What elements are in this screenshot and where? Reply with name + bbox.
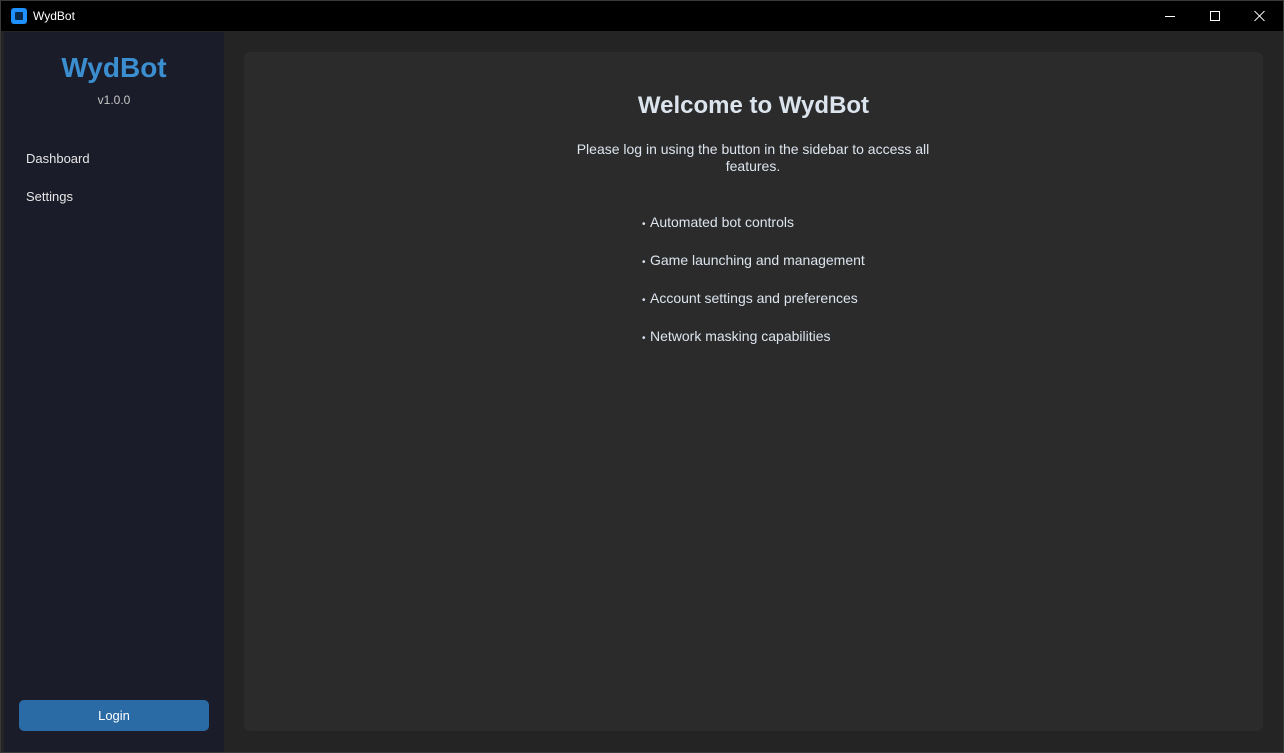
window-title: WydBot	[33, 9, 75, 23]
list-item: • Automated bot controls	[642, 214, 942, 252]
sidebar: WydBot v1.0.0 Dashboard Settings Login	[4, 32, 224, 752]
feature-text: Account settings and preferences	[650, 290, 858, 306]
bullet-icon: •	[642, 295, 646, 306]
minimize-button[interactable]	[1147, 1, 1193, 31]
feature-text: Network masking capabilities	[650, 328, 831, 344]
sidebar-item-settings[interactable]: Settings	[4, 181, 224, 211]
page-title: Welcome to WydBot	[637, 92, 870, 119]
title-bar[interactable]: WydBot	[1, 1, 1283, 31]
main-content: Welcome to WydBot Please log in using th…	[224, 32, 1283, 752]
list-item: • Network masking capabilities	[642, 328, 942, 366]
close-button[interactable]	[1237, 1, 1283, 31]
welcome-subtitle: Please log in using the button in the si…	[576, 141, 930, 174]
bullet-icon: •	[642, 257, 646, 268]
feature-text: Automated bot controls	[650, 214, 794, 230]
app-icon	[11, 8, 27, 24]
bullet-icon: •	[642, 333, 646, 344]
feature-list: • Automated bot controls • Game launching …	[642, 214, 942, 366]
welcome-panel: Welcome to WydBot Please log in using th…	[244, 52, 1263, 731]
list-item: • Game launching and management	[642, 252, 942, 290]
login-button[interactable]: Login	[19, 700, 209, 731]
feature-text: Game launching and management	[650, 252, 865, 268]
maximize-icon	[1210, 11, 1220, 21]
close-icon	[1254, 10, 1266, 22]
app-window: WydBot WydBot v1.0.0 Dashboard Settings …	[0, 0, 1284, 753]
list-item: • Account settings and preferences	[642, 290, 942, 328]
sidebar-item-dashboard[interactable]: Dashboard	[4, 143, 224, 173]
version-label: v1.0.0	[97, 93, 131, 107]
sidebar-item-label: Dashboard	[26, 150, 90, 166]
sidebar-item-label: Settings	[26, 188, 73, 204]
maximize-button[interactable]	[1192, 1, 1238, 31]
minimize-icon	[1165, 15, 1175, 17]
sidebar-brand: WydBot	[61, 52, 167, 83]
bullet-icon: •	[642, 219, 646, 230]
